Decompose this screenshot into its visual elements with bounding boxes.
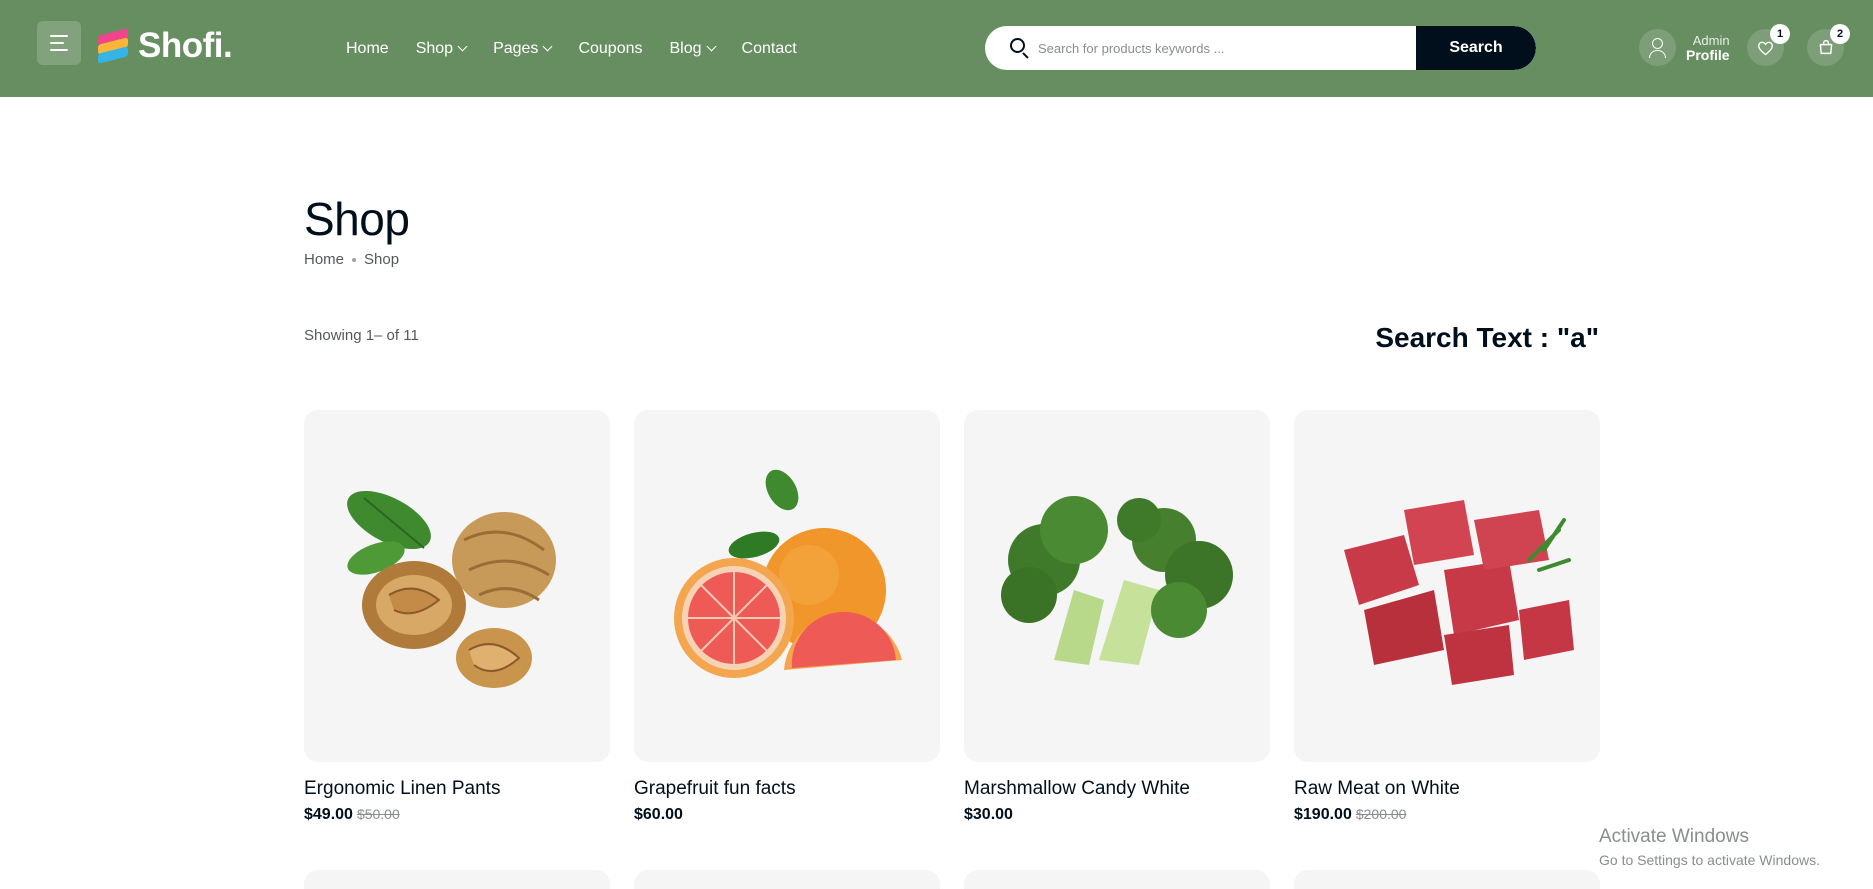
product-card-partial[interactable] [1294, 870, 1600, 889]
wishlist-count-badge: 1 [1770, 24, 1790, 44]
current-price: $190.00 [1294, 806, 1352, 823]
search-icon [1010, 38, 1030, 59]
product-image[interactable] [964, 410, 1270, 762]
breadcrumb-home-link[interactable]: Home [304, 251, 344, 268]
search-button[interactable]: Search [1416, 26, 1536, 70]
product-card-partial[interactable] [964, 870, 1270, 889]
product-price: $190.00 $200.00 [1294, 806, 1406, 824]
product-price: $30.00 [964, 806, 1013, 824]
raw-meat-image [1344, 500, 1574, 685]
current-price: $60.00 [634, 806, 683, 823]
results-count: Showing 1– of 11 [304, 327, 419, 344]
product-card[interactable]: Marshmallow Candy White $30.00 [964, 410, 1270, 823]
brand-name: Shofi. [138, 26, 233, 65]
main-nav: Home Shop Pages Coupons Blog Contact [346, 0, 824, 97]
product-title[interactable]: Marshmallow Candy White [964, 778, 1190, 800]
logo-mark-icon [96, 28, 132, 64]
profile-link[interactable]: Admin Profile [1639, 29, 1730, 66]
nav-item-label: Shop [415, 39, 454, 57]
current-price: $49.00 [304, 806, 353, 823]
watermark-line1: Activate Windows [1599, 826, 1749, 847]
walnuts-image [347, 490, 556, 688]
nav-item-label: Home [346, 39, 389, 57]
breadcrumb-current: Shop [364, 251, 400, 268]
product-title[interactable]: Raw Meat on White [1294, 778, 1460, 800]
wishlist-button[interactable]: 1 [1747, 24, 1790, 66]
cart-count-badge: 2 [1830, 24, 1850, 44]
product-card-partial[interactable] [304, 870, 610, 889]
product-title[interactable]: Grapefruit fun facts [634, 778, 796, 800]
shopping-bag-icon [1819, 39, 1833, 55]
product-image[interactable] [634, 410, 940, 762]
product-price: $49.00 $50.00 [304, 806, 400, 824]
product-card[interactable]: Raw Meat on White $190.00 $200.00 [1294, 410, 1600, 823]
product-image[interactable] [1294, 410, 1600, 762]
product-image[interactable] [304, 410, 610, 762]
search-input[interactable] [1038, 40, 1398, 56]
breadcrumb-separator [352, 257, 357, 262]
nav-item-coupons[interactable]: Coupons [578, 40, 642, 58]
breadcrumb: Home Shop [304, 251, 399, 268]
windows-activation-watermark: Activate Windows Go to Settings to activ… [1599, 826, 1820, 868]
product-title[interactable]: Ergonomic Linen Pants [304, 778, 500, 800]
product-card[interactable]: Ergonomic Linen Pants $49.00 $50.00 [304, 410, 610, 823]
product-price: $60.00 [634, 806, 683, 824]
current-price: $30.00 [964, 806, 1013, 823]
old-price: $50.00 [356, 806, 400, 822]
brand-logo[interactable]: Shofi. [96, 26, 233, 66]
nav-item-pages[interactable]: Pages [493, 39, 553, 58]
product-card-partial[interactable] [634, 870, 940, 889]
heart-icon [1757, 41, 1774, 56]
page-title: Shop [304, 193, 410, 245]
watermark-line2: Go to Settings to activate Windows. [1599, 852, 1820, 868]
nav-item-contact[interactable]: Contact [742, 40, 797, 58]
hamburger-menu-icon[interactable] [37, 21, 81, 65]
old-price: $200.00 [1355, 806, 1407, 822]
search-query-heading: Search Text : "a" [1375, 322, 1599, 353]
chevron-down-icon [706, 41, 716, 52]
nav-item-label: Coupons [578, 39, 643, 57]
site-header: Shofi. Home Shop Pages Coupons Blog Cont… [0, 0, 1873, 97]
nav-item-blog[interactable]: Blog [669, 39, 716, 58]
broccoli-image [1001, 496, 1233, 665]
nav-item-label: Contact [741, 39, 797, 57]
profile-top-label: Admin [1692, 32, 1730, 48]
user-icon [1639, 29, 1676, 66]
product-card[interactable]: Grapefruit fun facts $60.00 [634, 410, 940, 823]
profile-bottom-label: Profile [1686, 46, 1730, 63]
cart-button[interactable]: 2 [1807, 24, 1850, 66]
chevron-down-icon [457, 41, 468, 52]
grapefruit-image [674, 469, 902, 678]
nav-item-shop[interactable]: Shop [415, 39, 468, 58]
nav-item-home[interactable]: Home [346, 40, 389, 58]
nav-item-label: Pages [493, 39, 539, 57]
chevron-down-icon [542, 41, 553, 52]
search-bar: Search [985, 26, 1536, 70]
profile-text: Admin Profile [1686, 33, 1730, 63]
nav-item-label: Blog [669, 39, 702, 57]
